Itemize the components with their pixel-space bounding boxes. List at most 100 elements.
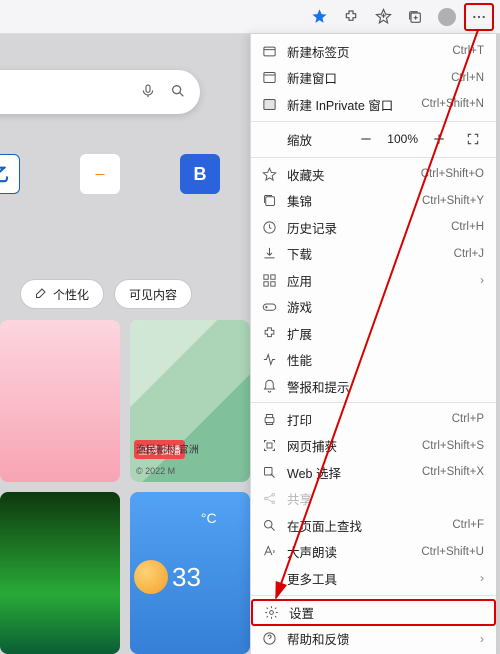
quick-tiles: 乙 — B [0, 154, 220, 194]
menu-separator [251, 157, 496, 158]
apps-icon [261, 272, 277, 288]
favorites-icon [261, 166, 277, 182]
menu-label: 设置 [289, 603, 314, 622]
profile-avatar[interactable] [432, 3, 462, 31]
inprivate-icon [261, 96, 277, 112]
help-icon [261, 631, 277, 647]
tile-3[interactable]: B [180, 154, 220, 194]
menu-separator [251, 121, 496, 122]
personalize-pill[interactable]: 个性化 [20, 279, 104, 309]
tile-1[interactable]: 乙 [0, 154, 20, 194]
menu-shortcut: Ctrl+N [451, 72, 484, 84]
map-copyright: © 2022 M [136, 466, 175, 476]
gear-icon [263, 604, 279, 620]
pencil-icon [35, 287, 47, 302]
menu-label: 集锦 [287, 191, 312, 210]
menu-capture[interactable]: 网页捕获 Ctrl+Shift+S [251, 433, 496, 460]
webselect-icon [261, 464, 277, 480]
menu-label: 帮助和反馈 [287, 629, 350, 648]
menu-label: 打印 [287, 410, 312, 429]
menu-favorites[interactable]: 收藏夹 Ctrl+Shift+O [251, 161, 496, 188]
feed-card-3[interactable] [0, 492, 120, 654]
menu-downloads[interactable]: 下载 Ctrl+J [251, 240, 496, 267]
collections-icon[interactable] [400, 3, 430, 31]
menu-performance[interactable]: 性能 [251, 346, 496, 373]
collections-icon [261, 193, 277, 209]
menu-shortcut: Ctrl+Shift+S [422, 440, 484, 452]
sun-icon [134, 560, 168, 594]
zoom-in-button[interactable] [426, 126, 452, 152]
menu-shortcut: Ctrl+Shift+X [422, 466, 484, 478]
map-neighborhood: 渔民新村 官洲 [136, 441, 199, 456]
menu-help[interactable]: 帮助和反馈 › [251, 626, 496, 653]
visible-content-label: 可见内容 [129, 286, 177, 303]
weather-temp: 33 [172, 562, 201, 593]
menu-games[interactable]: 游戏 [251, 293, 496, 320]
tile-2[interactable]: — [80, 154, 120, 194]
menu-label: 更多工具 [287, 569, 337, 588]
history-icon [261, 219, 277, 235]
menu-separator [251, 402, 496, 403]
feed-card-weather[interactable]: 33 °C [130, 492, 250, 654]
feed-card-map[interactable]: 路况 全网 独播 渔民新村 官洲 © 2022 M [130, 320, 250, 482]
menu-alerts[interactable]: 警报和提示 [251, 373, 496, 400]
print-icon [261, 411, 277, 427]
chevron-right-icon: › [480, 571, 484, 585]
extensions-icon[interactable] [336, 3, 366, 31]
menu-settings[interactable]: 设置 [251, 599, 496, 626]
menu-collections[interactable]: 集锦 Ctrl+Shift+Y [251, 187, 496, 214]
find-icon [261, 517, 277, 533]
menu-readaloud[interactable]: 大声朗读 Ctrl+Shift+U [251, 539, 496, 566]
menu-shortcut: Ctrl+Shift+Y [422, 195, 484, 207]
menu-label: 下载 [287, 244, 312, 263]
menu-separator [251, 595, 496, 596]
menu-shortcut: Ctrl+F [452, 519, 484, 531]
menu-print[interactable]: 打印 Ctrl+P [251, 406, 496, 433]
capture-icon [261, 438, 277, 454]
menu-label: 警报和提示 [287, 377, 350, 396]
browser-toolbar [0, 0, 500, 34]
mic-icon[interactable] [140, 83, 156, 102]
menu-label: 新建 InPrivate 窗口 [287, 95, 393, 114]
menu-extensions[interactable]: 扩展 [251, 320, 496, 347]
menu-apps[interactable]: 应用 › [251, 267, 496, 294]
menu-moretools[interactable]: 更多工具 › [251, 565, 496, 592]
menu-label: 在页面上查找 [287, 516, 362, 535]
menu-label: 新建标签页 [287, 42, 350, 61]
menu-label: 扩展 [287, 324, 312, 343]
share-icon [261, 491, 277, 507]
menu-history[interactable]: 历史记录 Ctrl+H [251, 214, 496, 241]
menu-shortcut: Ctrl+Shift+N [421, 98, 484, 110]
menu-label: 历史记录 [287, 218, 337, 237]
app-menu: 新建标签页 Ctrl+T 新建窗口 Ctrl+N 新建 InPrivate 窗口… [250, 34, 496, 654]
visible-content-pill[interactable]: 可见内容 [114, 279, 192, 309]
favorites-icon[interactable] [368, 3, 398, 31]
performance-icon [261, 352, 277, 368]
menu-label: Web 选择 [287, 463, 341, 482]
star-filled-icon[interactable] [304, 3, 334, 31]
menu-label: 网页捕获 [287, 436, 337, 455]
zoom-label: 缩放 [287, 130, 312, 149]
new-tab-icon [261, 43, 277, 59]
menu-new-tab[interactable]: 新建标签页 Ctrl+T [251, 38, 496, 65]
menu-shortcut: Ctrl+J [454, 248, 484, 260]
chevron-right-icon: › [480, 273, 484, 287]
more-menu-button[interactable] [464, 3, 494, 31]
menu-label: 大声朗读 [287, 542, 337, 561]
bell-icon [261, 378, 277, 394]
extensions-icon [261, 325, 277, 341]
menu-find[interactable]: 在页面上查找 Ctrl+F [251, 512, 496, 539]
menu-new-inprivate[interactable]: 新建 InPrivate 窗口 Ctrl+Shift+N [251, 91, 496, 118]
search-icon[interactable] [170, 83, 186, 102]
zoom-out-button[interactable] [353, 126, 379, 152]
chevron-right-icon: › [480, 632, 484, 646]
menu-webselect[interactable]: Web 选择 Ctrl+Shift+X [251, 459, 496, 486]
fullscreen-button[interactable] [460, 126, 486, 152]
search-box[interactable] [0, 70, 200, 114]
menu-shortcut: Ctrl+Shift+U [421, 546, 484, 558]
blank-icon [261, 570, 277, 586]
menu-label: 游戏 [287, 297, 312, 316]
zoom-value: 100% [387, 132, 418, 146]
feed-card-1[interactable] [0, 320, 120, 482]
menu-new-window[interactable]: 新建窗口 Ctrl+N [251, 65, 496, 92]
